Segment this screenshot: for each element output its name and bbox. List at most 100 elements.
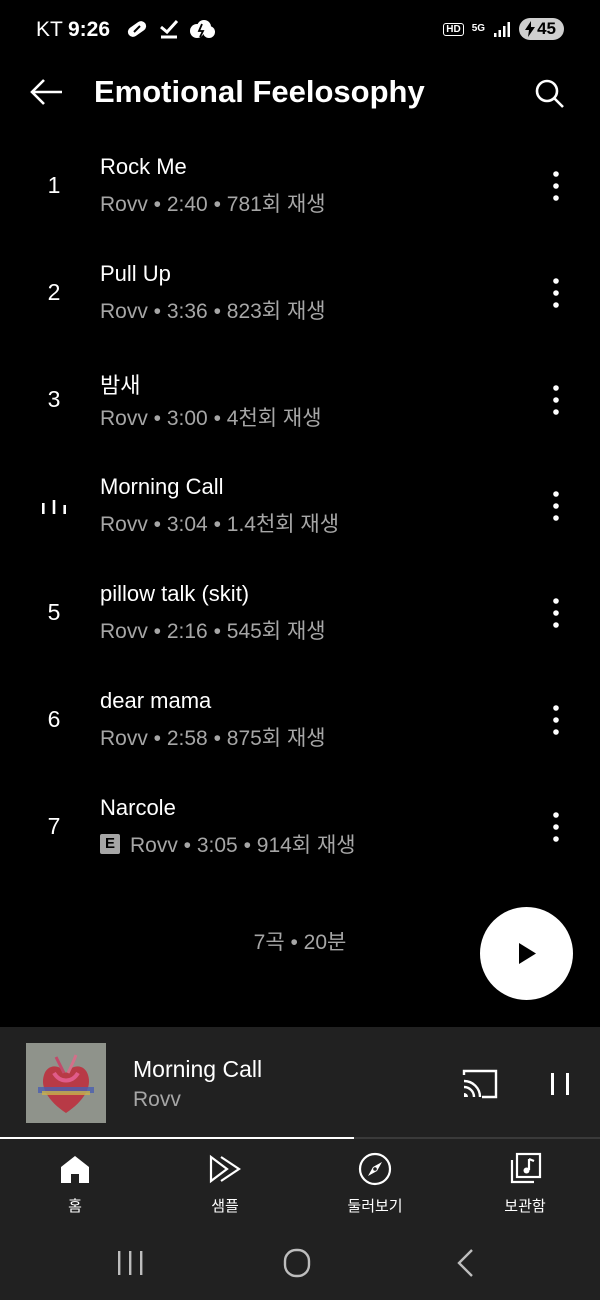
track-number: 5 [47,599,61,626]
app-header: Emotional Feelosophy [0,64,600,124]
track-title: 밤새 [100,372,141,398]
track-number: 7 [47,812,61,839]
explore-compass-icon [358,1152,392,1186]
track-title: Narcole [100,794,176,820]
more-vert-icon [553,491,559,522]
track-meta: Rovv • 3:04 • 1.4천회 재생 [100,508,339,538]
more-options-button[interactable] [540,275,572,311]
home-system-button[interactable] [277,1245,317,1281]
nav-label: 샘플 [211,1198,239,1215]
track-meta-text: Rovv • 3:36 • 823회 재생 [100,299,326,323]
track-row[interactable]: 2 Pull Up Rovv • 3:36 • 823회 재생 [0,245,600,352]
track-number: 3 [47,385,61,412]
mini-player[interactable]: Morning Call Rovv [0,1027,600,1139]
explicit-badge: E [100,833,120,854]
track-row[interactable]: 1 Rock Me Rovv • 2:40 • 781회 재생 [0,138,600,245]
more-vert-icon [553,705,559,735]
nav-item-explore[interactable]: 둘러보기 [300,1139,450,1229]
arrow-left-icon [30,79,62,105]
search-icon [535,79,564,108]
more-options-button[interactable] [540,488,572,524]
track-meta-text: Rovv • 3:05 • 914회 재생 [130,833,356,857]
track-title: Pull Up [100,260,171,286]
system-nav-bar [0,1229,600,1300]
track-title: Morning Call [100,474,224,500]
home-circle-icon [283,1248,311,1278]
album-cover-image [26,1043,106,1123]
bottom-nav: 홈 샘플 둘러보기 보관함 [0,1139,600,1229]
track-row[interactable]: 6 dear mama Rovv • 2:58 • 875회 재생 [0,672,600,779]
more-options-button[interactable] [540,809,572,845]
play-icon [519,943,536,964]
back-button[interactable] [26,76,70,108]
nav-item-home[interactable]: 홈 [0,1139,150,1229]
track-row[interactable]: 7 Narcole E Rovv • 3:05 • 914회 재생 [0,779,600,886]
status-right-icons: HD 5G 45 [443,18,564,40]
recent-apps-icon [118,1251,143,1275]
status-left-icons [124,19,216,39]
more-vert-icon [553,598,559,628]
now-playing-artist: Rovv [133,1088,181,1111]
more-vert-icon [553,811,559,842]
signal-icon [494,22,511,37]
play-all-button[interactable] [480,907,573,1000]
track-list: 1 Rock Me Rovv • 2:40 • 781회 재생 2 Pull U… [0,138,600,886]
pill-icon [127,21,147,37]
cast-icon [462,1069,498,1099]
track-meta: Rovv • 2:16 • 545회 재생 [100,615,326,645]
nav-item-samples[interactable]: 샘플 [150,1139,300,1229]
track-meta-text: Rovv • 3:04 • 1.4천회 재생 [100,513,340,537]
back-system-button[interactable] [446,1245,486,1281]
track-meta: Rovv • 3:00 • 4천회 재생 [100,402,322,432]
track-meta: Rovv • 2:58 • 875회 재생 [100,722,326,752]
more-options-button[interactable] [540,382,572,418]
home-icon [61,1156,89,1183]
status-time: 9:26 [68,18,111,41]
track-meta: Rovv • 3:36 • 823회 재생 [100,295,326,325]
more-options-button[interactable] [540,702,572,738]
track-meta-text: Rovv • 2:40 • 781회 재생 [100,193,326,216]
status-bar: KT 9:26 HD 5G 45 [0,0,600,64]
nav-item-library[interactable]: 보관함 [450,1139,600,1229]
search-button[interactable] [530,74,570,114]
network-badge: 5G [471,23,486,34]
now-playing-title: Morning Call [133,1056,263,1082]
pause-button[interactable] [542,1067,578,1101]
more-vert-icon [553,384,559,415]
track-title: Rock Me [100,154,187,179]
track-row[interactable]: 3 밤새 Rovv • 3:00 • 4천회 재생 [0,352,600,459]
more-vert-icon [553,171,559,201]
nav-label: 둘러보기 [347,1198,403,1215]
battery-indicator: 45 [519,18,564,40]
track-number: 6 [47,705,61,732]
nav-label: 보관함 [504,1198,546,1215]
now-playing-equalizer-icon [42,500,66,515]
hd-voice-badge: HD [443,22,464,36]
chevron-left-icon [457,1249,473,1277]
track-row[interactable]: 5 pillow talk (skit) Rovv • 2:16 • 545회 … [0,565,600,672]
track-meta-text: Rovv • 3:00 • 4천회 재생 [100,406,322,430]
cloud-icon [190,20,215,38]
track-row[interactable]: Morning Call Rovv • 3:04 • 1.4천회 재생 [0,458,600,565]
samples-icon [209,1154,241,1184]
more-vert-icon [553,277,559,308]
track-number: 1 [47,172,61,198]
album-art [26,1043,106,1123]
recent-apps-button[interactable] [110,1245,150,1281]
track-title: dear mama [100,687,212,713]
track-meta-text: Rovv • 2:58 • 875회 재생 [100,726,326,750]
charging-bolt-icon [525,21,536,37]
track-meta-text: Rovv • 2:16 • 545회 재생 [100,620,326,644]
nav-label: 홈 [68,1198,82,1215]
cast-button[interactable] [460,1067,500,1101]
track-meta: E Rovv • 3:05 • 914회 재생 [100,829,356,859]
track-number: 2 [47,278,61,305]
more-options-button[interactable] [540,168,572,204]
track-title: pillow talk (skit) [100,581,250,607]
page-title: Emotional Feelosophy [94,74,425,109]
library-icon [510,1152,542,1184]
download-done-icon [160,19,179,39]
more-options-button[interactable] [540,595,572,631]
pause-icon [551,1073,569,1095]
track-meta: Rovv • 2:40 • 781회 재생 [100,188,326,218]
